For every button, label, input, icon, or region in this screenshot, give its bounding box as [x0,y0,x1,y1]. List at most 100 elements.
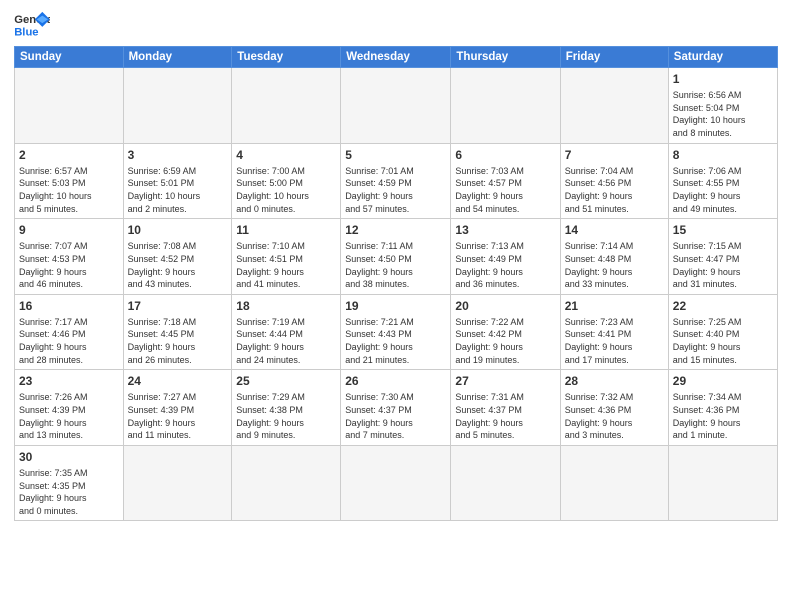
day-info: Sunrise: 7:19 AMSunset: 4:44 PMDaylight:… [236,316,336,366]
calendar-cell [451,68,560,144]
day-info: Sunrise: 7:03 AMSunset: 4:57 PMDaylight:… [455,165,555,215]
day-number: 10 [128,222,228,238]
calendar-cell: 16 Sunrise: 7:17 AMSunset: 4:46 PMDayligh… [15,294,124,370]
day-info: Sunrise: 7:10 AMSunset: 4:51 PMDaylight:… [236,240,336,290]
day-info: Sunrise: 7:06 AMSunset: 4:55 PMDaylight:… [673,165,773,215]
week-row-4: 16 Sunrise: 7:17 AMSunset: 4:46 PMDayligh… [15,294,778,370]
calendar-cell: 2Sunrise: 6:57 AMSunset: 5:03 PMDaylight… [15,143,124,219]
generalblue-logo-icon: General Blue [14,10,50,40]
day-number: 24 [128,373,228,389]
calendar-cell: 9 Sunrise: 7:07 AMSunset: 4:53 PMDaylight… [15,219,124,295]
calendar-cell: 28 Sunrise: 7:32 AMSunset: 4:36 PMDayligh… [560,370,668,446]
weekday-monday: Monday [123,47,232,68]
day-number: 15 [673,222,773,238]
calendar-cell [668,445,777,521]
day-info: Sunrise: 7:18 AMSunset: 4:45 PMDaylight:… [128,316,228,366]
calendar-cell: 12 Sunrise: 7:11 AMSunset: 4:50 PMDayligh… [341,219,451,295]
calendar-cell [123,68,232,144]
day-number: 30 [19,449,119,465]
day-info: Sunrise: 7:17 AMSunset: 4:46 PMDaylight:… [19,316,119,366]
day-number: 28 [565,373,664,389]
calendar-cell [232,445,341,521]
day-info: Sunrise: 7:25 AMSunset: 4:40 PMDaylight:… [673,316,773,366]
calendar-cell: 4 Sunrise: 7:00 AMSunset: 5:00 PMDaylight… [232,143,341,219]
day-number: 11 [236,222,336,238]
day-number: 25 [236,373,336,389]
calendar-cell [341,68,451,144]
weekday-sunday: Sunday [15,47,124,68]
calendar-cell: 1 Sunrise: 6:56 AMSunset: 5:04 PMDaylight… [668,68,777,144]
day-number: 2 [19,147,119,163]
day-number: 20 [455,298,555,314]
day-info: Sunrise: 7:21 AMSunset: 4:43 PMDaylight:… [345,316,446,366]
week-row-5: 23Sunrise: 7:26 AMSunset: 4:39 PMDayligh… [15,370,778,446]
day-number: 4 [236,147,336,163]
day-number: 7 [565,147,664,163]
day-number: 29 [673,373,773,389]
calendar-cell: 26Sunrise: 7:30 AMSunset: 4:37 PMDayligh… [341,370,451,446]
calendar-cell: 27 Sunrise: 7:31 AMSunset: 4:37 PMDayligh… [451,370,560,446]
calendar-cell: 13 Sunrise: 7:13 AMSunset: 4:49 PMDayligh… [451,219,560,295]
day-info: Sunrise: 7:04 AMSunset: 4:56 PMDaylight:… [565,165,664,215]
calendar-cell [451,445,560,521]
calendar-cell: 5 Sunrise: 7:01 AMSunset: 4:59 PMDaylight… [341,143,451,219]
calendar-cell [341,445,451,521]
day-number: 27 [455,373,555,389]
calendar-cell [232,68,341,144]
calendar-cell: 7 Sunrise: 7:04 AMSunset: 4:56 PMDaylight… [560,143,668,219]
day-info: Sunrise: 7:13 AMSunset: 4:49 PMDaylight:… [455,240,555,290]
calendar-cell [123,445,232,521]
page: General Blue SundayMondayTuesdayWednesda… [0,0,792,612]
calendar-cell: 6 Sunrise: 7:03 AMSunset: 4:57 PMDaylight… [451,143,560,219]
week-row-6: 30 Sunrise: 7:35 AMSunset: 4:35 PMDayligh… [15,445,778,521]
calendar-cell: 21Sunrise: 7:23 AMSunset: 4:41 PMDayligh… [560,294,668,370]
day-number: 14 [565,222,664,238]
calendar-cell: 14Sunrise: 7:14 AMSunset: 4:48 PMDayligh… [560,219,668,295]
day-info: Sunrise: 6:59 AMSunset: 5:01 PMDaylight:… [128,165,228,215]
day-number: 12 [345,222,446,238]
day-info: Sunrise: 7:22 AMSunset: 4:42 PMDaylight:… [455,316,555,366]
calendar-cell: 19 Sunrise: 7:21 AMSunset: 4:43 PMDayligh… [341,294,451,370]
calendar-cell: 3Sunrise: 6:59 AMSunset: 5:01 PMDaylight… [123,143,232,219]
day-info: Sunrise: 7:34 AMSunset: 4:36 PMDaylight:… [673,391,773,441]
day-info: Sunrise: 6:56 AMSunset: 5:04 PMDaylight:… [673,89,773,139]
header: General Blue [14,10,778,40]
day-info: Sunrise: 7:01 AMSunset: 4:59 PMDaylight:… [345,165,446,215]
day-number: 8 [673,147,773,163]
week-row-1: 1 Sunrise: 6:56 AMSunset: 5:04 PMDaylight… [15,68,778,144]
day-number: 1 [673,71,773,87]
day-info: Sunrise: 7:08 AMSunset: 4:52 PMDaylight:… [128,240,228,290]
day-number: 5 [345,147,446,163]
day-info: Sunrise: 7:35 AMSunset: 4:35 PMDaylight:… [19,467,119,517]
day-number: 9 [19,222,119,238]
calendar-cell: 23Sunrise: 7:26 AMSunset: 4:39 PMDayligh… [15,370,124,446]
calendar-cell: 29 Sunrise: 7:34 AMSunset: 4:36 PMDayligh… [668,370,777,446]
day-number: 16 [19,298,119,314]
calendar-cell: 25 Sunrise: 7:29 AMSunset: 4:38 PMDayligh… [232,370,341,446]
weekday-wednesday: Wednesday [341,47,451,68]
day-info: Sunrise: 7:11 AMSunset: 4:50 PMDaylight:… [345,240,446,290]
calendar-cell: 11 Sunrise: 7:10 AMSunset: 4:51 PMDayligh… [232,219,341,295]
day-number: 6 [455,147,555,163]
day-info: Sunrise: 7:26 AMSunset: 4:39 PMDaylight:… [19,391,119,441]
day-number: 13 [455,222,555,238]
calendar-cell: 24 Sunrise: 7:27 AMSunset: 4:39 PMDayligh… [123,370,232,446]
day-info: Sunrise: 7:31 AMSunset: 4:37 PMDaylight:… [455,391,555,441]
weekday-thursday: Thursday [451,47,560,68]
day-info: Sunrise: 7:00 AMSunset: 5:00 PMDaylight:… [236,165,336,215]
logo: General Blue [14,10,50,40]
calendar-cell: 15Sunrise: 7:15 AMSunset: 4:47 PMDayligh… [668,219,777,295]
calendar-cell: 8 Sunrise: 7:06 AMSunset: 4:55 PMDaylight… [668,143,777,219]
day-number: 17 [128,298,228,314]
day-info: Sunrise: 7:07 AMSunset: 4:53 PMDaylight:… [19,240,119,290]
day-info: Sunrise: 7:27 AMSunset: 4:39 PMDaylight:… [128,391,228,441]
week-row-2: 2Sunrise: 6:57 AMSunset: 5:03 PMDaylight… [15,143,778,219]
svg-text:Blue: Blue [14,26,38,38]
calendar-cell: 17 Sunrise: 7:18 AMSunset: 4:45 PMDayligh… [123,294,232,370]
day-number: 19 [345,298,446,314]
day-info: Sunrise: 7:29 AMSunset: 4:38 PMDaylight:… [236,391,336,441]
weekday-saturday: Saturday [668,47,777,68]
day-info: Sunrise: 7:32 AMSunset: 4:36 PMDaylight:… [565,391,664,441]
calendar-cell: 10 Sunrise: 7:08 AMSunset: 4:52 PMDayligh… [123,219,232,295]
calendar-cell [560,445,668,521]
